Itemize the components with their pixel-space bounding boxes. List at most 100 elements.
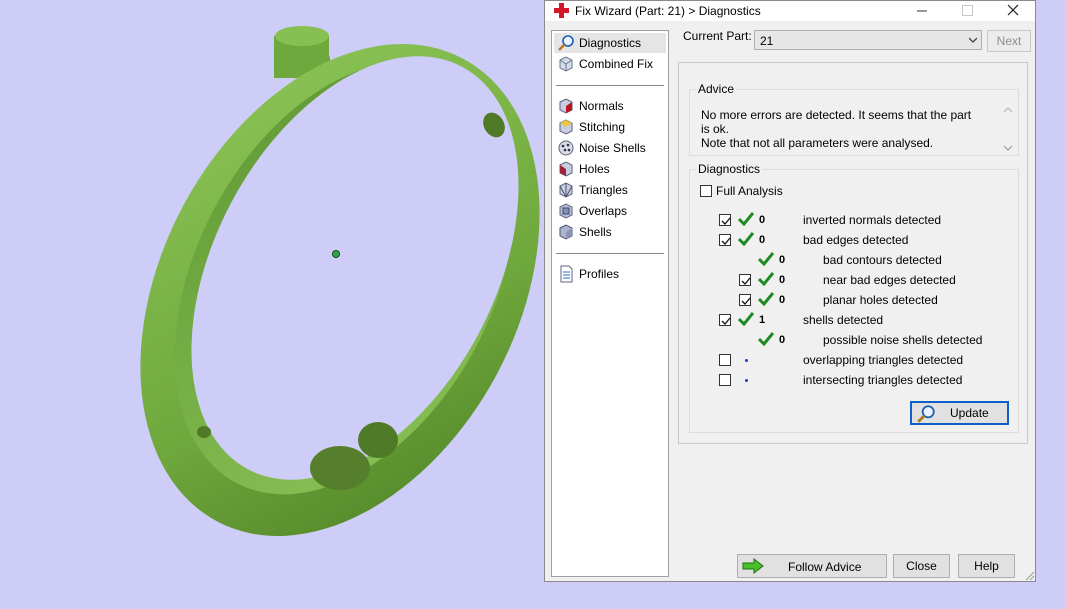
nav-separator [556,253,664,254]
window-title: Fix Wizard (Part: 21) > Diagnostics [575,4,761,18]
inverted-normals-label: inverted normals detected [803,213,942,227]
nav-item-label: Combined Fix [579,57,654,71]
update-button[interactable]: Update [910,401,1009,425]
noise-shells-icon [558,140,574,156]
nav-separator [556,85,664,86]
title-bar[interactable]: Fix Wizard (Part: 21) > Diagnostics [545,1,1035,21]
shells-label: shells detected [803,313,884,327]
full-analysis-label: Full Analysis [716,184,783,198]
close-label: Close [906,559,937,573]
wizard-nav: Diagnostics Combined Fix Normals Stitchi… [551,30,669,577]
bad-contours-count: 0 [779,254,786,266]
follow-advice-button[interactable]: Follow Advice [737,554,887,578]
overlaps-icon [559,203,573,219]
red-cross-icon [554,3,569,18]
minimize-icon [917,10,927,12]
nav-item-label: Noise Shells [579,141,646,155]
ok-check-icon [758,332,774,346]
advice-title: Advice [696,82,737,96]
shells-checkbox[interactable] [719,314,731,326]
arrow-right-icon [742,558,764,574]
close-window-button[interactable] [993,1,1033,21]
ok-check-icon [758,292,774,306]
normals-icon [559,98,573,114]
nav-item-combined-fix[interactable]: Combined Fix [554,54,666,74]
ok-check-icon [758,252,774,266]
next-button[interactable]: Next [987,30,1031,52]
ok-check-icon [758,272,774,286]
nav-item-label: Stitching [579,120,626,134]
nav-item-label: Overlaps [579,204,628,218]
document-icon [560,265,573,283]
full-analysis-checkbox[interactable] [700,185,712,197]
help-label: Help [974,559,999,573]
ok-check-icon [738,312,754,326]
nav-item-label: Holes [579,162,610,176]
checkmark-icon [721,317,731,325]
overlapping-triangles-label: overlapping triangles detected [803,353,964,367]
overlapping-triangles-checkbox[interactable] [719,354,731,366]
nav-item-profiles[interactable]: Profiles [554,264,666,284]
bad-edges-label: bad edges detected [803,233,909,247]
minimize-button[interactable] [902,1,942,21]
planar-holes-count: 0 [779,294,786,306]
advice-line-1: No more errors are detected. It seems th… [701,108,972,136]
help-button[interactable]: Help [958,554,1015,578]
pending-dot-icon [745,359,748,362]
near-bad-edges-checkbox[interactable] [739,274,751,286]
planar-holes-label: planar holes detected [823,293,938,307]
ok-check-icon [738,232,754,246]
ok-check-icon [738,212,754,226]
nav-item-stitching[interactable]: Stitching [554,117,666,137]
maximize-icon [962,5,973,16]
inverted-normals-count: 0 [759,214,766,226]
noise-shells-label: possible noise shells detected [823,333,983,347]
nav-item-overlaps[interactable]: Overlaps [554,201,666,221]
diagnostics-group: Diagnostics Full Analysis 0 inverted nor… [689,162,1019,433]
fix-wizard-window: Fix Wizard (Part: 21) > Diagnostics Diag… [544,0,1036,582]
bad-edges-count: 0 [759,234,766,246]
advice-group: Advice No more errors are detected. It s… [689,82,1019,156]
close-button[interactable]: Close [893,554,950,578]
maximize-button[interactable] [947,1,987,21]
checkmark-icon [741,297,751,305]
nav-item-label: Normals [579,99,624,113]
nav-item-normals[interactable]: Normals [554,96,666,116]
planar-holes-checkbox[interactable] [739,294,751,306]
nav-item-diagnostics[interactable]: Diagnostics [554,33,666,53]
update-label: Update [950,406,989,420]
shells-icon [559,224,573,240]
combined-fix-icon [559,56,573,72]
checkmark-icon [741,277,751,285]
nav-item-label: Shells [579,225,612,239]
triangles-icon [559,182,573,198]
bad-edges-checkbox[interactable] [719,234,731,246]
inverted-normals-checkbox[interactable] [719,214,731,226]
chevron-down-icon [969,37,977,43]
nav-item-label: Diagnostics [579,36,642,50]
near-bad-edges-count: 0 [779,274,786,286]
nav-item-label: Profiles [579,267,620,281]
part-model[interactable] [0,0,544,609]
nav-item-shells[interactable]: Shells [554,222,666,242]
checkmark-icon [721,237,731,245]
advice-scrollbar[interactable] [1000,104,1016,154]
diagnostics-panel: Advice No more errors are detected. It s… [678,62,1028,444]
shells-count: 1 [759,314,766,326]
nav-item-holes[interactable]: Holes [554,159,666,179]
magnifier-icon [917,405,935,423]
current-part-select[interactable]: 21 [754,30,982,50]
advice-line-2: Note that not all parameters were analys… [701,136,934,150]
intersecting-triangles-label: intersecting triangles detected [803,373,963,387]
close-icon [1007,4,1019,16]
near-bad-edges-label: near bad edges detected [823,273,956,287]
nav-item-triangles[interactable]: Triangles [554,180,666,200]
current-part-label: Current Part: [683,29,752,43]
pending-dot-icon [745,379,748,382]
holes-icon [559,161,573,177]
intersecting-triangles-checkbox[interactable] [719,374,731,386]
diagnostics-title: Diagnostics [696,162,763,176]
nav-item-noise-shells[interactable]: Noise Shells [554,138,666,158]
follow-advice-label: Follow Advice [788,560,862,574]
resize-grip-icon[interactable] [1023,569,1035,581]
